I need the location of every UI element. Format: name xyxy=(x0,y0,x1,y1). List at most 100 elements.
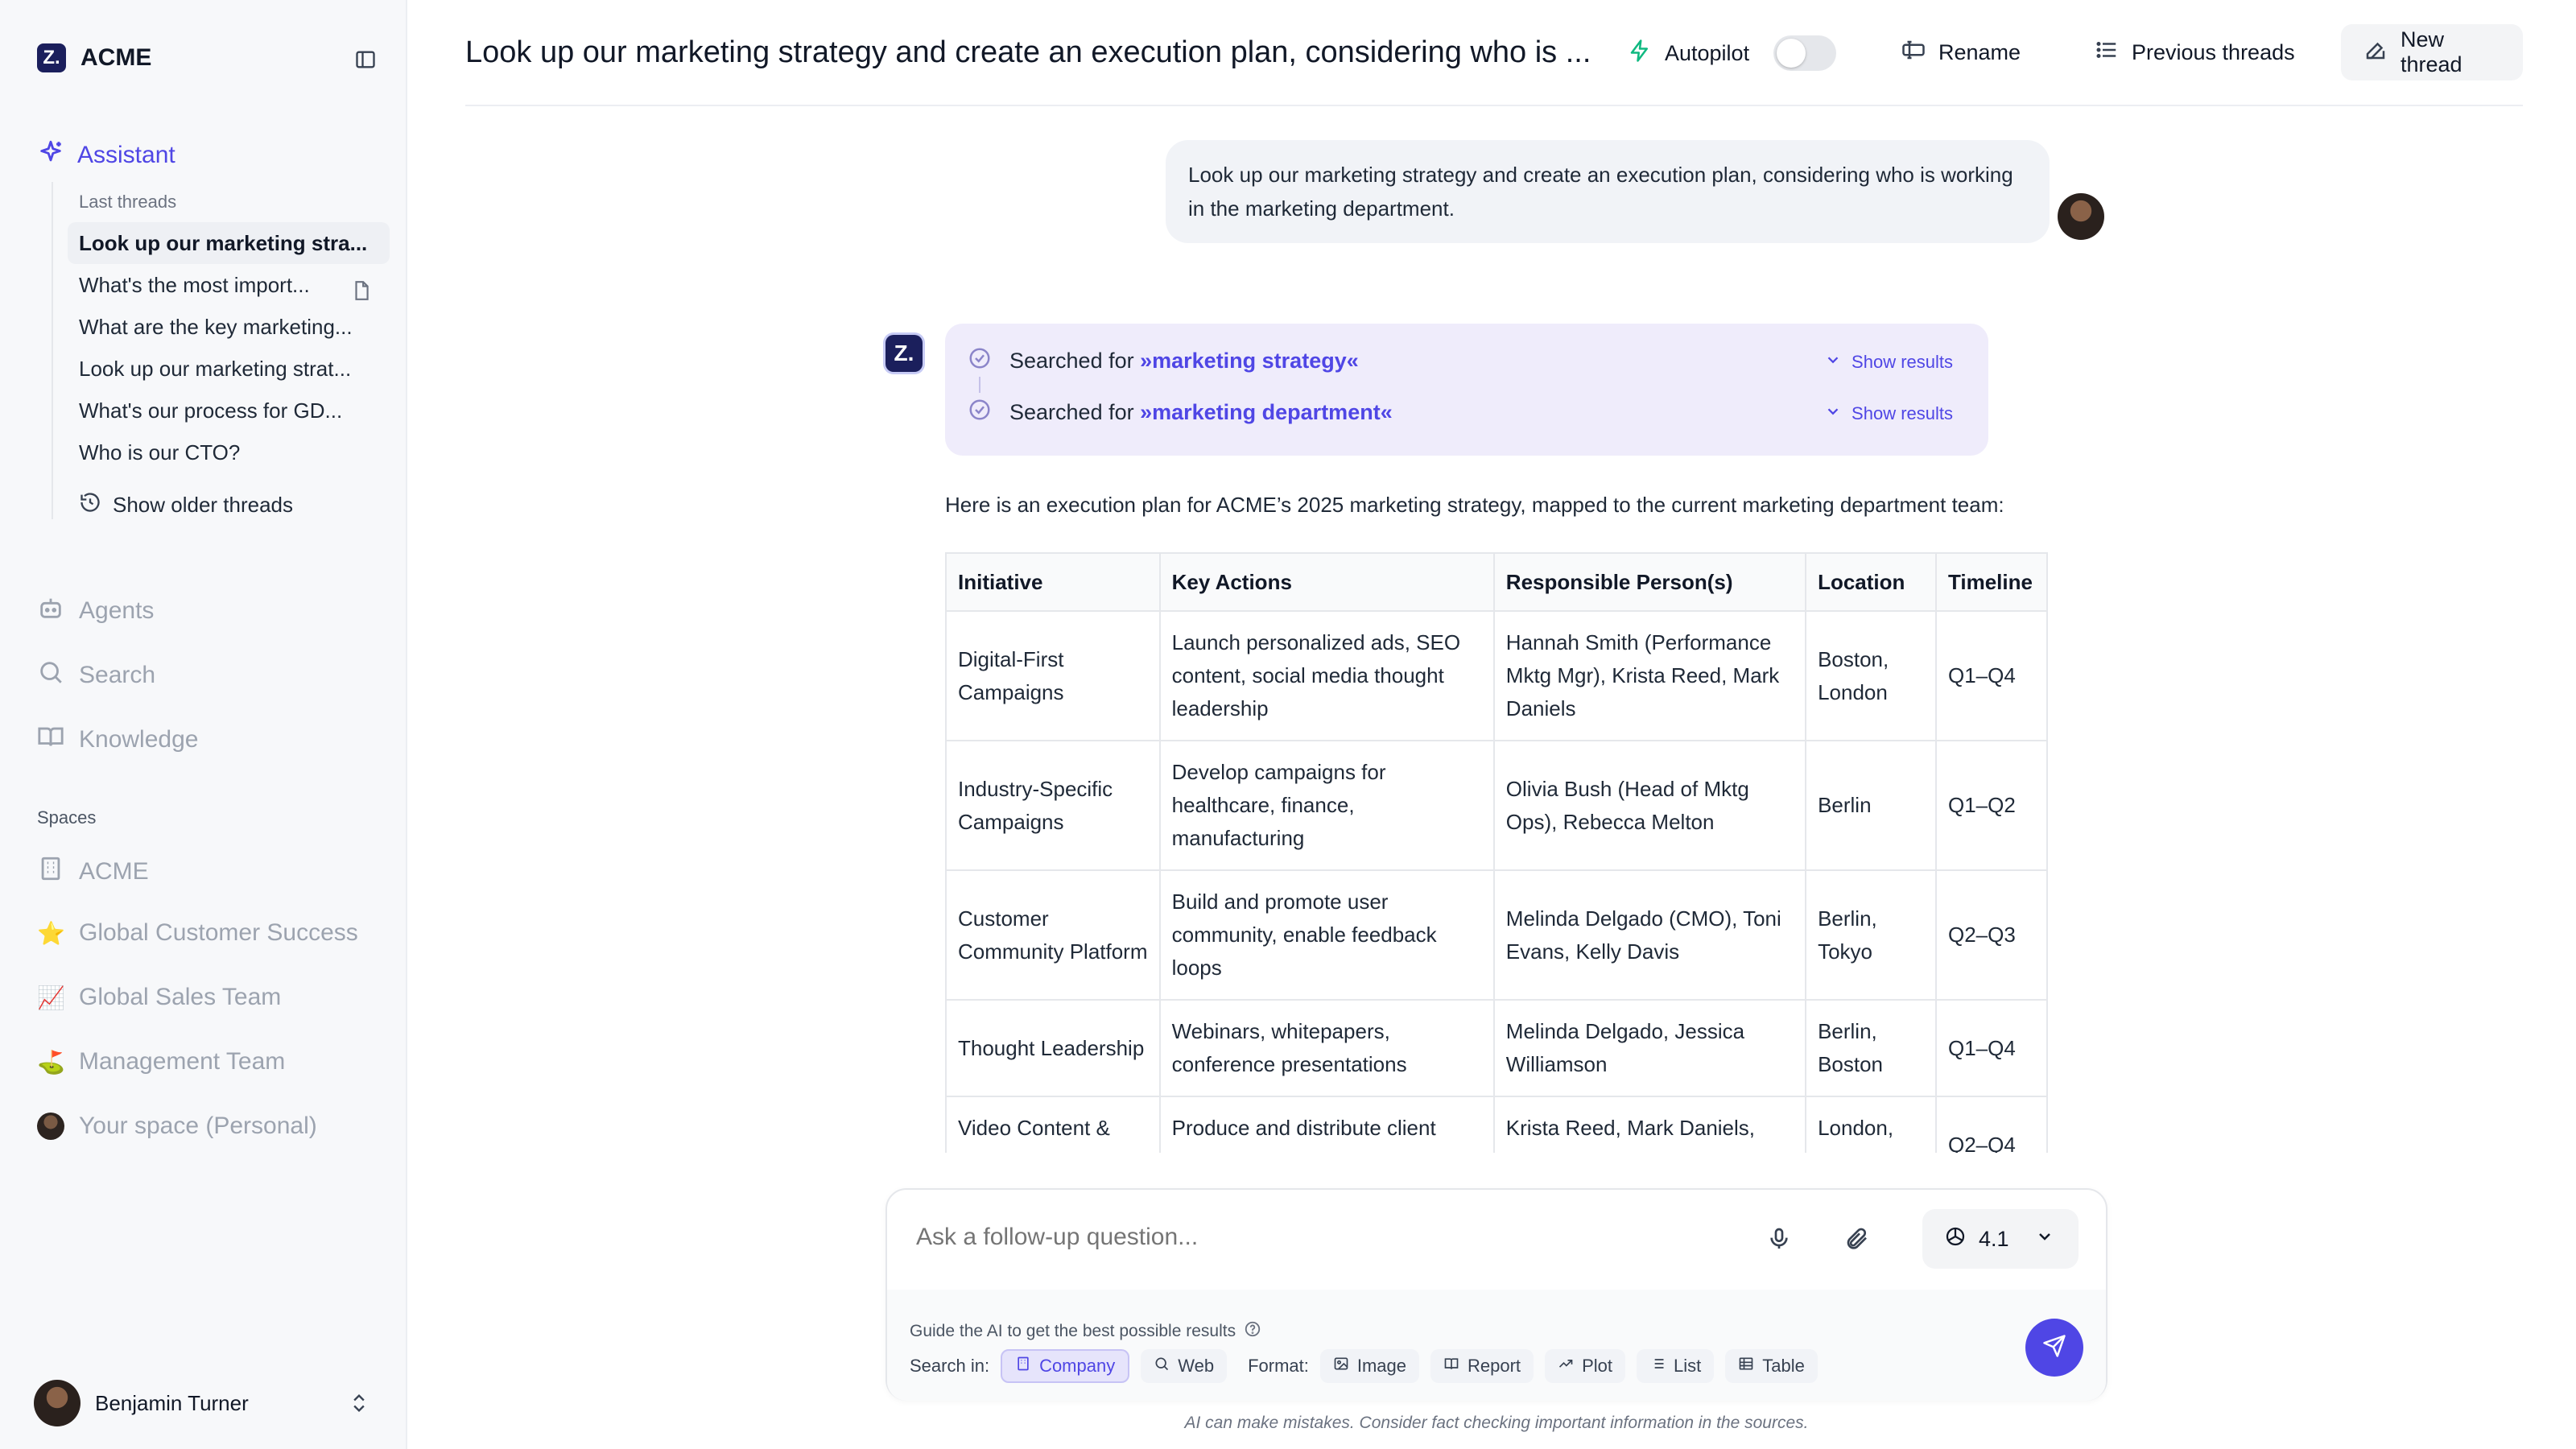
microphone-icon[interactable] xyxy=(1766,1225,1792,1257)
nav-knowledge[interactable]: Knowledge xyxy=(37,723,198,757)
table-cell: Produce and distribute client success st… xyxy=(1158,1096,1495,1153)
search-in-company-chip[interactable]: Company xyxy=(1001,1349,1130,1383)
search-query: »marketing strategy« xyxy=(1140,349,1359,373)
help-icon[interactable] xyxy=(1244,1320,1261,1343)
plan-table-scroll[interactable]: Initiative Key Actions Responsible Perso… xyxy=(945,552,2048,1153)
thread-item[interactable]: What are the key marketing... xyxy=(68,306,390,348)
sidebar-toggle-icon[interactable] xyxy=(353,47,378,72)
chevron-up-down-icon[interactable] xyxy=(348,1389,370,1421)
space-acme[interactable]: ACME xyxy=(37,855,149,889)
rename-button[interactable]: Rename xyxy=(1879,24,2043,80)
search-step: Searched for »marketing strategy« xyxy=(968,346,1359,376)
previous-threads-button[interactable]: Previous threads xyxy=(2072,24,2318,80)
chart-increasing-icon: 📈 xyxy=(37,985,65,1010)
thread-item[interactable]: Look up our marketing strat... xyxy=(68,348,390,390)
show-results-button[interactable]: Show results xyxy=(1824,402,1953,425)
space-label: Your space (Personal) xyxy=(79,1113,317,1139)
user-message: Look up our marketing strategy and creat… xyxy=(1166,140,2050,243)
autopilot-control: Autopilot xyxy=(1628,35,1837,71)
table-cell: Berlin xyxy=(1805,740,1937,871)
building-icon xyxy=(1015,1356,1031,1377)
new-thread-button[interactable]: New thread xyxy=(2341,24,2523,80)
table-cell: Berlin, Boston xyxy=(1805,999,1937,1097)
header: Look up our marketing strategy and creat… xyxy=(465,0,2523,106)
thread-item[interactable]: Look up our marketing stra... xyxy=(68,222,390,264)
spaces-title: Spaces xyxy=(37,807,97,828)
table-cell: Q1–Q4 xyxy=(1934,610,2048,741)
show-older-threads-button[interactable]: Show older threads xyxy=(68,491,390,519)
personal-avatar xyxy=(37,1113,64,1140)
step-connector xyxy=(979,377,980,393)
table-cell: Melinda Delgado, Jessica Williamson xyxy=(1492,999,1807,1097)
chevron-down-icon xyxy=(1824,351,1842,374)
autopilot-toggle[interactable] xyxy=(1773,35,1837,71)
ai-disclaimer: AI can make mistakes. Consider fact chec… xyxy=(1184,1414,1809,1432)
table-row: Customer Community Platform Build and pr… xyxy=(945,869,2048,1001)
search-icon xyxy=(37,658,64,692)
nav-assistant-label: Assistant xyxy=(77,142,175,168)
thread-item[interactable]: What's the most import... xyxy=(68,264,390,306)
paperclip-icon[interactable] xyxy=(1843,1225,1869,1257)
brand-name: ACME xyxy=(80,44,152,71)
space-label: ACME xyxy=(79,858,149,885)
search-step: Searched for »marketing department« xyxy=(968,398,1393,427)
table-cell: Q1–Q4 xyxy=(1934,999,2048,1097)
format-plot-chip[interactable]: Plot xyxy=(1545,1349,1625,1383)
table-cell: Krista Reed, Mark Daniels, Rebecca Melto… xyxy=(1492,1096,1807,1153)
user-menu[interactable]: Benjamin Turner xyxy=(34,1380,249,1426)
nav-agents[interactable]: Agents xyxy=(37,594,154,628)
table-cell: Build and promote user community, enable… xyxy=(1158,869,1495,1001)
space-management-team[interactable]: ⛳ Management Team xyxy=(37,1048,285,1075)
golf-flag-icon: ⛳ xyxy=(37,1049,65,1075)
send-icon xyxy=(2042,1334,2066,1362)
format-report-chip[interactable]: Report xyxy=(1430,1349,1534,1383)
follow-up-input[interactable] xyxy=(916,1224,1721,1251)
table-cell: Berlin, Tokyo xyxy=(1805,869,1937,1001)
thread-item-label: What's the most import... xyxy=(79,273,310,297)
table-row: Digital-First Campaigns Launch personali… xyxy=(945,610,2048,741)
table-icon xyxy=(1738,1356,1754,1377)
search-prefix: Searched for xyxy=(1009,349,1134,373)
space-global-customer-success[interactable]: ⭐ Global Customer Success xyxy=(37,919,358,947)
format-table-chip[interactable]: Table xyxy=(1725,1349,1818,1383)
nav-assistant[interactable]: Assistant xyxy=(37,138,175,172)
chip-label: Report xyxy=(1468,1356,1521,1376)
thread-item[interactable]: Who is our CTO? xyxy=(68,431,390,473)
chevron-down-icon xyxy=(2035,1227,2054,1252)
nav-search[interactable]: Search xyxy=(37,658,155,692)
table-row: Thought Leadership Webinars, whitepapers… xyxy=(945,999,2048,1097)
image-icon xyxy=(1333,1356,1349,1377)
table-cell: Melinda Delgado (CMO), Toni Evans, Kelly… xyxy=(1492,869,1807,1001)
search-in-web-chip[interactable]: Web xyxy=(1141,1349,1228,1383)
space-personal[interactable]: Your space (Personal) xyxy=(37,1113,317,1140)
check-circle-icon xyxy=(968,346,992,376)
model-selector[interactable]: 4.1 xyxy=(1922,1209,2079,1269)
nav-search-label: Search xyxy=(79,662,156,688)
search-icon xyxy=(1154,1356,1170,1377)
workspace-switcher[interactable]: Z. ACME xyxy=(37,43,151,72)
chip-label: Plot xyxy=(1582,1356,1612,1376)
table-cell: Q1–Q2 xyxy=(1934,740,2048,871)
format-list-chip[interactable]: List xyxy=(1636,1349,1715,1383)
column-header: Timeline xyxy=(1934,552,2048,612)
thread-list: Last threads Look up our marketing stra.… xyxy=(52,182,390,519)
table-cell: Hannah Smith (Performance Mktg Mgr), Kri… xyxy=(1492,610,1807,741)
page-title: Look up our marketing strategy and creat… xyxy=(465,35,1591,69)
new-thread-label: New thread xyxy=(2401,27,2462,76)
openai-icon xyxy=(1943,1224,1967,1254)
show-results-label: Show results xyxy=(1852,352,1953,372)
format-image-chip[interactable]: Image xyxy=(1319,1349,1420,1383)
table-cell: Olivia Bush (Head of Mktg Ops), Rebecca … xyxy=(1492,740,1807,871)
lightning-icon xyxy=(1628,39,1652,68)
brand-logo: Z. xyxy=(37,43,66,72)
search-in-label: Search in: xyxy=(910,1356,990,1376)
chip-label: Company xyxy=(1039,1356,1116,1376)
chip-label: Web xyxy=(1178,1356,1215,1376)
column-header: Responsible Person(s) xyxy=(1492,552,1807,612)
space-global-sales-team[interactable]: 📈 Global Sales Team xyxy=(37,984,281,1011)
send-button[interactable] xyxy=(2025,1319,2083,1377)
thread-item[interactable]: What's our process for GD... xyxy=(68,390,390,431)
show-results-button[interactable]: Show results xyxy=(1824,351,1953,374)
app-root: Z. ACME Assistant Last threads Look up o… xyxy=(0,0,2576,1449)
table-row: Video Content & Case Studies Produce and… xyxy=(945,1096,2048,1153)
